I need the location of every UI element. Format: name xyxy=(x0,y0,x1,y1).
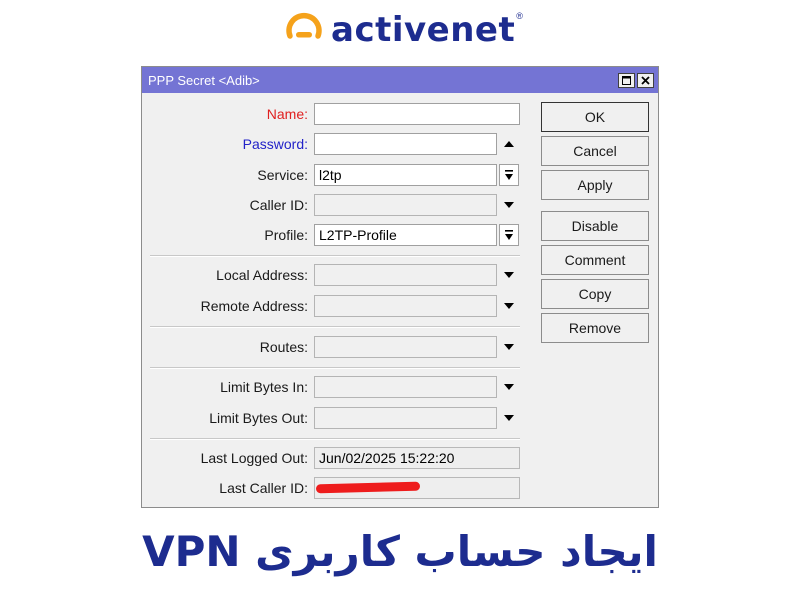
expand-down-icon[interactable] xyxy=(503,412,515,424)
apply-button[interactable]: Apply xyxy=(541,170,649,200)
window-titlebar[interactable]: PPP Secret <Adib> xyxy=(142,67,658,93)
window-title: PPP Secret <Adib> xyxy=(148,72,260,88)
brand-name: activenet xyxy=(331,10,516,50)
last-caller-id-label: Last Caller ID: xyxy=(219,480,308,496)
window-controls xyxy=(618,72,654,88)
service-dropdown-button[interactable] xyxy=(499,164,519,186)
service-label: Service: xyxy=(257,167,308,183)
routes-input[interactable] xyxy=(314,336,497,358)
expand-down-icon[interactable] xyxy=(503,199,515,211)
service-select[interactable] xyxy=(314,164,497,186)
local-address-input[interactable] xyxy=(314,264,497,286)
last-logged-out-label: Last Logged Out: xyxy=(200,450,308,466)
registered-mark: ® xyxy=(516,11,523,21)
ok-button[interactable]: OK xyxy=(541,102,649,132)
remote-address-input[interactable] xyxy=(314,295,497,317)
maximize-icon[interactable] xyxy=(618,72,635,88)
expand-down-icon[interactable] xyxy=(503,269,515,281)
limit-bytes-in-label: Limit Bytes In: xyxy=(220,379,308,395)
limit-bytes-out-input[interactable] xyxy=(314,407,497,429)
expand-down-icon[interactable] xyxy=(503,341,515,353)
close-icon[interactable] xyxy=(637,72,654,88)
profile-dropdown-button[interactable] xyxy=(499,224,519,246)
disable-button[interactable]: Disable xyxy=(541,211,649,241)
copy-button[interactable]: Copy xyxy=(541,279,649,309)
limit-bytes-in-input[interactable] xyxy=(314,376,497,398)
section-divider xyxy=(150,255,520,257)
page-caption: ایجاد حساب کاربری VPN xyxy=(142,527,658,576)
cancel-button[interactable]: Cancel xyxy=(541,136,649,166)
remove-button[interactable]: Remove xyxy=(541,313,649,343)
comment-button[interactable]: Comment xyxy=(541,245,649,275)
collapse-up-icon[interactable] xyxy=(503,138,515,150)
expand-down-icon[interactable] xyxy=(503,300,515,312)
activenet-logo-icon xyxy=(286,12,322,39)
local-address-label: Local Address: xyxy=(216,267,308,283)
name-input[interactable] xyxy=(314,103,520,125)
limit-bytes-out-label: Limit Bytes Out: xyxy=(209,410,308,426)
name-label: Name: xyxy=(266,106,308,122)
brand-logo: activenet ® xyxy=(283,8,523,52)
profile-label: Profile: xyxy=(264,227,308,243)
password-input[interactable] xyxy=(314,133,497,155)
last-logged-out-value: Jun/02/2025 15:22:20 xyxy=(314,447,520,469)
dropdown-list-icon xyxy=(505,230,513,240)
password-label: Password: xyxy=(242,136,308,152)
profile-select[interactable] xyxy=(314,224,497,246)
caller-id-label: Caller ID: xyxy=(249,197,308,213)
remote-address-label: Remote Address: xyxy=(200,298,308,314)
caller-id-input[interactable] xyxy=(314,194,497,216)
section-divider xyxy=(150,367,520,369)
dropdown-list-icon xyxy=(505,170,513,180)
ppp-secret-window: PPP Secret <Adib> Name: Password: Servic… xyxy=(141,66,659,508)
section-divider xyxy=(150,326,520,328)
routes-label: Routes: xyxy=(259,339,308,355)
expand-down-icon[interactable] xyxy=(503,381,515,393)
section-divider xyxy=(150,438,520,440)
